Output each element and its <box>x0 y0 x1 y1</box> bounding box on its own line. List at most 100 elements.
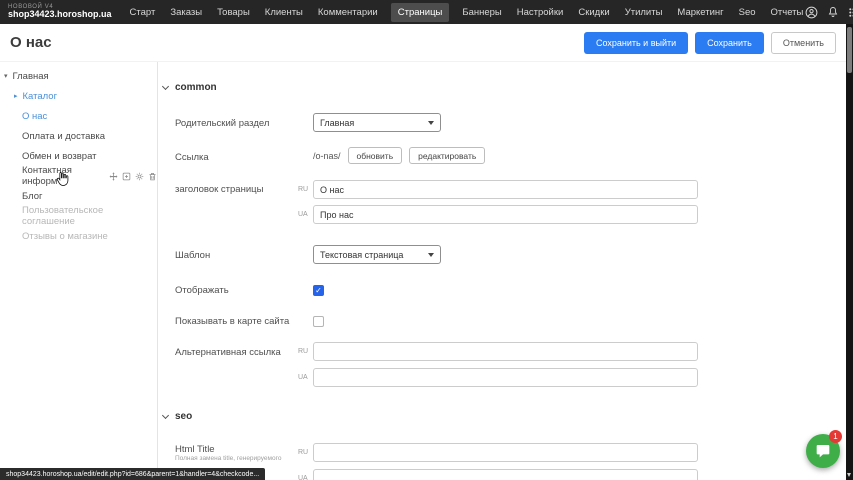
menu-item-utilities[interactable]: Утилиты <box>623 4 665 21</box>
display-checkbox[interactable]: ✓ <box>313 285 324 296</box>
parent-section-label: Родительский раздел <box>175 118 269 129</box>
sidebar-item-payment-delivery[interactable]: Оплата и доставка <box>0 128 157 144</box>
logo-domain-label: shop34423.horoshop.ua <box>8 10 112 20</box>
section-seo[interactable]: seo <box>163 411 192 422</box>
sidebar-item-label: О нас <box>22 111 47 122</box>
sidebar-item-label: Блог <box>22 191 43 202</box>
menu-item-banners[interactable]: Баннеры <box>460 4 503 21</box>
template-label: Шаблон <box>175 250 210 261</box>
template-select[interactable]: Текстовая страница <box>313 245 441 264</box>
sidebar-item-actions <box>109 172 157 181</box>
sidebar-item-label: Оплата и доставка <box>22 131 105 142</box>
sidebar-item-blog[interactable]: Блог <box>0 188 157 204</box>
parent-section-select[interactable]: Главная <box>313 113 441 132</box>
sidebar-item-contacts[interactable]: Контактная информ <box>0 168 157 184</box>
menu-item-seo[interactable]: Seo <box>737 4 758 21</box>
page-title-ua-input[interactable] <box>313 205 698 224</box>
collapse-icon[interactable]: ▾ <box>4 72 8 80</box>
topbar-icons <box>805 6 853 19</box>
sidebar-item-user-agreement[interactable]: Пользовательское соглашение <box>0 208 157 224</box>
chevron-down-icon <box>162 82 169 89</box>
chevron-down-icon <box>428 253 434 257</box>
cancel-button[interactable]: Отменить <box>771 32 836 54</box>
sidebar-item-store-reviews[interactable]: Отзывы о магазине <box>0 228 157 244</box>
menu-item-reports[interactable]: Отчеты <box>769 4 806 21</box>
sidebar-item-catalog[interactable]: ▸ Каталог <box>0 88 157 104</box>
chevron-down-icon <box>428 121 434 125</box>
section-title: common <box>175 82 217 93</box>
settings-icon[interactable] <box>135 172 144 181</box>
chat-bubble-icon <box>815 443 831 459</box>
section-title: seo <box>175 411 192 422</box>
lang-ru-label: RU <box>298 186 308 193</box>
scrollbar-thumb[interactable] <box>847 27 852 73</box>
sidebar-item-home[interactable]: ▾ Главная <box>0 68 157 84</box>
app-window: НОВОВОЙ V4 shop34423.horoshop.ua Старт З… <box>0 0 853 480</box>
lang-ua-label: UA <box>298 475 308 480</box>
display-label: Отображать <box>175 285 229 296</box>
select-value: Главная <box>320 118 422 128</box>
html-title-label: Html Title <box>175 444 215 455</box>
link-row: /o-nas/ обновить редактировать <box>313 147 485 164</box>
chat-widget-button[interactable]: 1 <box>806 434 840 468</box>
sidebar-divider <box>157 62 158 480</box>
check-icon: ✓ <box>315 286 322 295</box>
page-title-ru-input[interactable] <box>313 180 698 199</box>
sitemap-label: Показывать в карте сайта <box>175 316 289 327</box>
sitemap-checkbox[interactable] <box>313 316 324 327</box>
menu-item-products[interactable]: Товары <box>215 4 252 21</box>
lang-ua-label: UA <box>298 211 308 218</box>
section-common[interactable]: common <box>163 82 217 93</box>
alt-link-ru-input[interactable] <box>313 342 698 361</box>
apps-grid-icon[interactable] <box>848 7 853 18</box>
move-icon[interactable] <box>109 172 118 181</box>
menu-item-discounts[interactable]: Скидки <box>576 4 611 21</box>
select-value: Текстовая страница <box>320 250 422 260</box>
header-buttons: Сохранить и выйти Сохранить Отменить <box>584 32 836 54</box>
page-title-label: заголовок страницы <box>175 184 263 195</box>
save-and-exit-button[interactable]: Сохранить и выйти <box>584 32 688 54</box>
sidebar-item-about[interactable]: О нас <box>0 108 157 124</box>
pages-tree-sidebar: ▾ Главная ▸ Каталог О нас Оплата и доста… <box>0 62 157 480</box>
html-title-ua-input[interactable] <box>313 469 698 480</box>
sidebar-item-label: Обмен и возврат <box>22 151 97 162</box>
status-url: shop34423.horoshop.ua/edit/edit.php?id=6… <box>6 471 259 478</box>
edit-link-button[interactable]: редактировать <box>409 147 485 164</box>
notifications-icon[interactable] <box>827 6 839 18</box>
link-label: Ссылка <box>175 152 209 163</box>
lang-ru-label: RU <box>298 348 308 355</box>
status-bar: shop34423.horoshop.ua/edit/edit.php?id=6… <box>0 468 265 480</box>
add-icon[interactable] <box>122 172 131 181</box>
menu-item-pages[interactable]: Страницы <box>391 3 450 22</box>
lang-ua-label: UA <box>298 374 308 381</box>
top-menu: Старт Заказы Товары Клиенты Комментарии … <box>128 3 806 22</box>
save-button[interactable]: Сохранить <box>695 32 764 54</box>
lang-ru-label: RU <box>298 449 308 456</box>
sidebar-item-label: Контактная информ <box>22 165 103 187</box>
alt-link-ua-input[interactable] <box>313 368 698 387</box>
menu-item-comments[interactable]: Комментарии <box>316 4 380 21</box>
account-icon[interactable] <box>805 6 818 19</box>
menu-item-orders[interactable]: Заказы <box>168 4 204 21</box>
menu-item-settings[interactable]: Настройки <box>515 4 566 21</box>
refresh-link-button[interactable]: обновить <box>348 147 403 164</box>
chevron-down-icon <box>162 411 169 418</box>
scroll-down-icon[interactable] <box>847 473 851 477</box>
sidebar-item-label: Главная <box>13 71 49 82</box>
html-title-hint: Полная замена title, генерируемого <box>175 455 313 463</box>
menu-item-clients[interactable]: Клиенты <box>263 4 305 21</box>
vertical-scrollbar[interactable] <box>846 24 853 480</box>
sidebar-item-label: Каталог <box>23 91 58 102</box>
page-title: О нас <box>10 34 52 51</box>
sidebar-item-label: Отзывы о магазине <box>22 231 108 242</box>
link-value: /o-nas/ <box>313 151 341 161</box>
sidebar-item-exchange-return[interactable]: Обмен и возврат <box>0 148 157 164</box>
sidebar-item-label: Пользовательское соглашение <box>22 205 157 227</box>
expand-icon[interactable]: ▸ <box>14 92 18 100</box>
top-bar: НОВОВОЙ V4 shop34423.horoshop.ua Старт З… <box>0 0 853 24</box>
menu-item-marketing[interactable]: Маркетинг <box>675 4 725 21</box>
logo[interactable]: НОВОВОЙ V4 shop34423.horoshop.ua <box>8 4 112 20</box>
html-title-ru-input[interactable] <box>313 443 698 462</box>
delete-icon[interactable] <box>148 172 157 181</box>
menu-item-start[interactable]: Старт <box>128 4 158 21</box>
